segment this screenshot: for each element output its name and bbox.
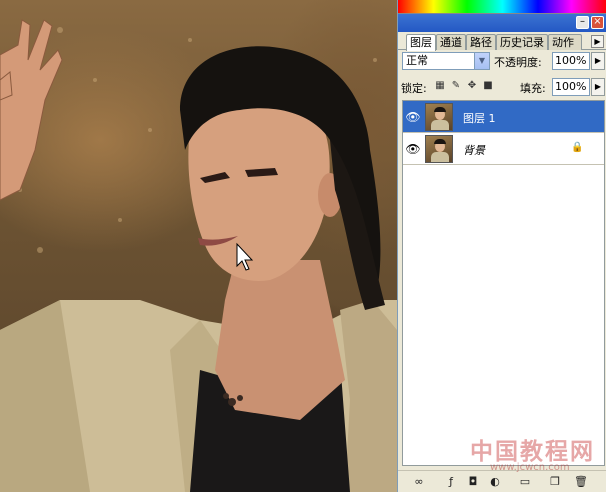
layer-row-layer-1[interactable]: 👁 图层 1 (403, 101, 604, 133)
blend-mode-value: 正常 (406, 54, 428, 67)
layer-name: 背景 (463, 144, 485, 157)
site-watermark: 中国教程网 (470, 438, 595, 465)
layer-row-background[interactable]: 👁 背景 🔒 (403, 133, 604, 165)
tab-layers[interactable]: 图层 (406, 34, 436, 51)
fill-label: 填充: (520, 82, 546, 95)
close-button[interactable]: × (591, 16, 604, 29)
layer-thumbnail (425, 135, 453, 163)
link-layers-icon[interactable]: ∞ (412, 475, 426, 489)
opacity-label: 不透明度: (494, 56, 542, 69)
tab-paths[interactable]: 路径 (466, 34, 496, 50)
layer-thumbnail (425, 103, 453, 131)
portrait-photo (0, 19, 397, 492)
tab-actions[interactable]: 动作 (548, 34, 582, 50)
lock-icon: 🔒 (571, 142, 584, 153)
adjustment-layer-icon[interactable]: ◐ (488, 475, 502, 489)
document-canvas[interactable] (0, 0, 397, 492)
lock-position-move-icon[interactable]: ✥ (466, 80, 478, 92)
panel-menu-icon[interactable]: ▶ (591, 35, 604, 48)
new-group-folder-icon[interactable]: ▭ (518, 475, 532, 489)
fill-slider-arrow-icon[interactable]: ▶ (591, 78, 605, 96)
new-layer-icon[interactable]: ❐ (548, 475, 562, 489)
lock-row: 锁定: ▦ ✎ ✥ ■ 填充: 100% ▶ (398, 76, 606, 98)
trash-delete-icon[interactable]: 🗑 (574, 475, 588, 489)
panel-tabs: 图层 通道 路径 历史记录 动作 ▶ (398, 32, 606, 51)
layers-panel: – × 图层 通道 路径 历史记录 动作 ▶ 正常 ▼ 不透明度: 100% ▶… (397, 0, 606, 492)
layers-bottom-toolbar: ∞ ƒ ◘ ◐ ▭ ❐ 🗑 (398, 470, 606, 492)
eye-visibility-icon[interactable]: 👁 (405, 141, 421, 157)
tab-channels[interactable]: 通道 (436, 34, 466, 50)
lock-all-icon[interactable]: ■ (482, 80, 494, 92)
panel-titlebar[interactable]: – × (398, 14, 606, 32)
tab-history[interactable]: 历史记录 (496, 34, 548, 50)
lock-pixels-brush-icon[interactable]: ✎ (450, 80, 462, 92)
lock-transparency-icon[interactable]: ▦ (434, 80, 446, 92)
layers-list: 👁 图层 1 👁 背景 🔒 (402, 100, 605, 466)
blend-mode-select[interactable]: 正常 ▼ (402, 52, 490, 70)
add-mask-icon[interactable]: ◘ (466, 475, 480, 489)
site-watermark-url: www.jcwcn.com (490, 462, 570, 473)
lock-label: 锁定: (401, 82, 427, 95)
opacity-input[interactable]: 100% (552, 52, 590, 70)
opacity-slider-arrow-icon[interactable]: ▶ (591, 52, 605, 70)
chevron-down-icon[interactable]: ▼ (474, 53, 489, 69)
color-ramp[interactable] (398, 0, 606, 14)
layer-name: 图层 1 (463, 112, 496, 125)
blend-row: 正常 ▼ 不透明度: 100% ▶ (398, 50, 606, 72)
layer-style-icon[interactable]: ƒ (444, 475, 458, 489)
eye-visibility-icon[interactable]: 👁 (405, 109, 421, 125)
minimize-button[interactable]: – (576, 16, 589, 29)
fill-input[interactable]: 100% (552, 78, 590, 96)
